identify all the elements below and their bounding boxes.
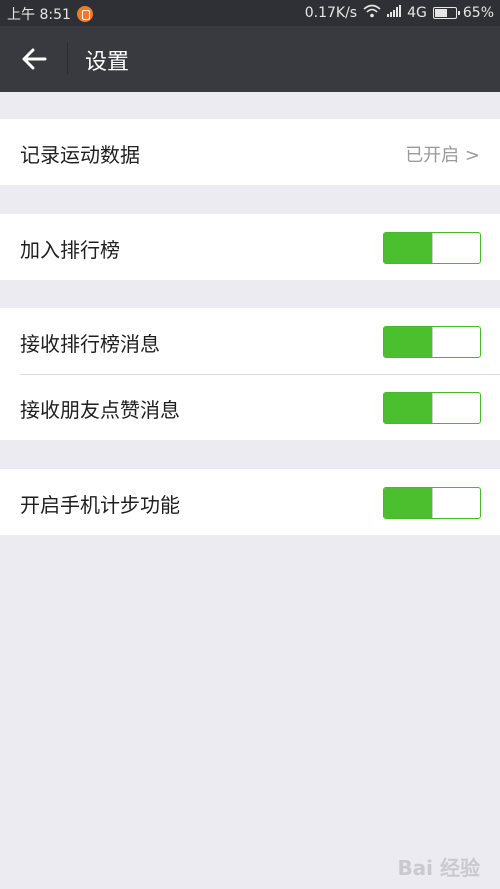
setting-label: 记录运动数据: [20, 143, 140, 167]
page-title: 设置: [85, 50, 130, 75]
status-time: 上午 8:51: [7, 7, 71, 23]
setting-label: 加入排行榜: [20, 238, 120, 262]
settings-group-pedometer: 开启手机计步功能: [0, 469, 500, 535]
toggle-knob: [432, 393, 480, 423]
network-type: 4G: [407, 5, 427, 21]
settings-group-record: 记录运动数据 已开启 >: [0, 119, 500, 185]
toggle-knob: [432, 233, 480, 263]
wifi-icon: [363, 4, 381, 22]
pedometer-toggle[interactable]: [383, 487, 481, 519]
nav-bar: 设置: [0, 26, 500, 92]
watermark-logo: Bai 经验: [397, 852, 480, 881]
status-right: 0.17K/s 4G 65%: [305, 4, 494, 22]
setting-label: 接收朋友点赞消息: [20, 398, 180, 422]
setting-row-like-messages: 接收朋友点赞消息: [0, 374, 500, 440]
toggle-knob: [432, 488, 480, 518]
arrow-left-icon: [22, 48, 47, 70]
setting-row-pedometer: 开启手机计步功能: [0, 469, 500, 535]
setting-row-join-ranking: 加入排行榜: [0, 214, 500, 280]
status-bar: 上午 8:51 0.17K/s 4G 65%: [0, 0, 500, 26]
toggle-on-fill: [384, 233, 432, 263]
setting-label: 接收排行榜消息: [20, 332, 160, 356]
battery-level: [434, 9, 448, 17]
setting-value: 已开启 >: [405, 145, 480, 166]
toggle-on-fill: [384, 327, 432, 357]
setting-label: 开启手机计步功能: [20, 493, 180, 517]
nav-divider: [67, 43, 68, 75]
signal-icon: [387, 5, 402, 21]
battery-icon: [432, 7, 460, 19]
ranking-messages-toggle[interactable]: [383, 326, 481, 358]
setting-row-record-data[interactable]: 记录运动数据 已开启 >: [0, 119, 500, 185]
notification-icon: [76, 6, 93, 22]
like-messages-toggle[interactable]: [383, 392, 481, 424]
settings-group-notifications: 接收排行榜消息 接收朋友点赞消息: [0, 308, 500, 440]
toggle-on-fill: [384, 488, 432, 518]
network-speed: 0.17K/s: [304, 5, 358, 21]
settings-group-ranking: 加入排行榜: [0, 214, 500, 280]
watermark-text: Bai 经验: [397, 856, 480, 880]
join-ranking-toggle[interactable]: [383, 232, 481, 264]
setting-row-ranking-messages: 接收排行榜消息: [0, 308, 500, 375]
toggle-on-fill: [384, 393, 432, 423]
battery-percent: 65%: [462, 5, 494, 21]
back-button[interactable]: [14, 39, 54, 79]
status-left: 上午 8:51: [7, 4, 93, 24]
toggle-knob: [432, 327, 480, 357]
